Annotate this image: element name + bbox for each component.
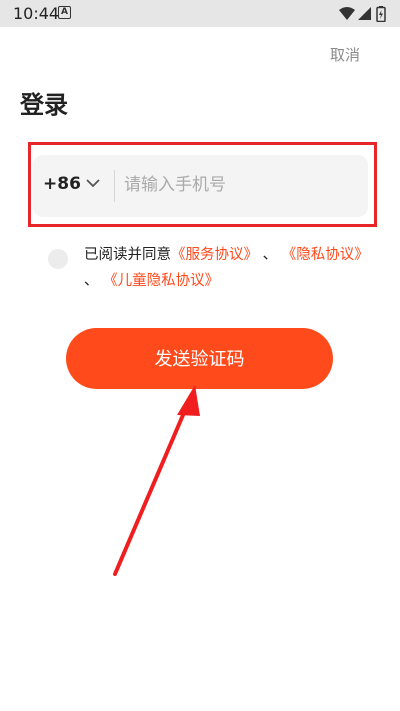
signal-icon (358, 7, 371, 20)
a-icon: A (58, 6, 71, 19)
status-icons (339, 6, 386, 22)
agreement-prefix: 已阅读并同意 (84, 247, 171, 263)
privacy-agreement-link[interactable]: 《隐私协议》 (282, 247, 369, 263)
annotation-highlight-box (28, 142, 377, 227)
agreement-text: 已阅读并同意《服务协议》 、 《隐私协议》 、 《儿童隐私协议》 (84, 242, 384, 294)
service-agreement-link[interactable]: 《服务协议》 (171, 247, 258, 263)
cancel-button[interactable]: 取消 (330, 44, 360, 65)
agreement-checkbox[interactable] (48, 249, 68, 269)
battery-icon (376, 6, 386, 22)
status-time: 10:44 (13, 4, 60, 23)
wifi-icon (339, 7, 355, 20)
send-code-button[interactable]: 发送验证码 (66, 328, 333, 389)
child-privacy-agreement-link[interactable]: 《儿童隐私协议》 (103, 273, 219, 289)
page-title: 登录 (20, 91, 68, 119)
separator: 、 (84, 273, 99, 289)
separator: 、 (262, 247, 278, 263)
status-bar: 10:44 A (0, 0, 400, 27)
